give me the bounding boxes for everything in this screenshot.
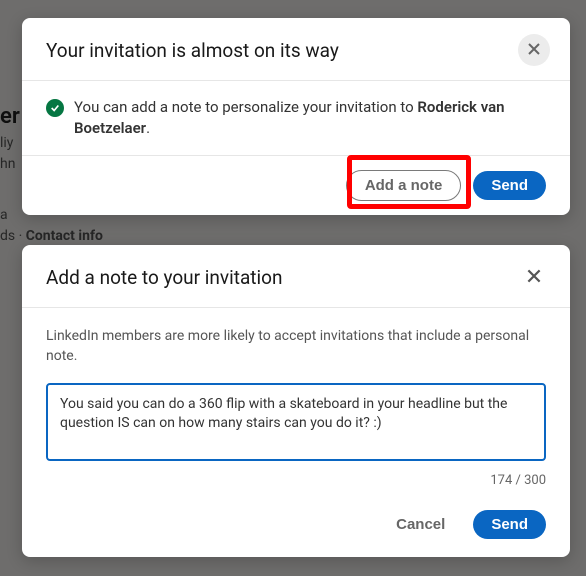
modal-body: LinkedIn members are more likely to acce… xyxy=(22,308,570,496)
close-button[interactable] xyxy=(518,34,550,66)
modal-title: Your invitation is almost on its way xyxy=(46,39,339,62)
close-icon xyxy=(525,267,543,288)
close-icon xyxy=(526,41,542,60)
cancel-button[interactable]: Cancel xyxy=(378,510,463,539)
hint-text: LinkedIn members are more likely to acce… xyxy=(46,326,546,367)
modal-footer: Cancel Send xyxy=(22,496,570,557)
modal-footer: Add a note Send xyxy=(22,156,570,215)
modal-body: You can add a note to personalize your i… xyxy=(22,81,570,156)
modal-header: Add a note to your invitation xyxy=(22,245,570,308)
check-circle-icon xyxy=(46,99,64,117)
char-count: 174 / 300 xyxy=(46,473,546,488)
send-button[interactable]: Send xyxy=(473,510,546,539)
add-note-modal: Add a note to your invitation LinkedIn m… xyxy=(22,245,570,557)
modal-title: Add a note to your invitation xyxy=(46,266,282,289)
send-button[interactable]: Send xyxy=(473,171,546,200)
close-button[interactable] xyxy=(518,261,550,293)
note-textarea[interactable] xyxy=(46,383,546,461)
info-text: You can add a note to personalize your i… xyxy=(74,97,546,139)
add-note-button[interactable]: Add a note xyxy=(346,170,462,201)
modal-header: Your invitation is almost on its way xyxy=(22,18,570,81)
invitation-modal: Your invitation is almost on its way You… xyxy=(22,18,570,215)
